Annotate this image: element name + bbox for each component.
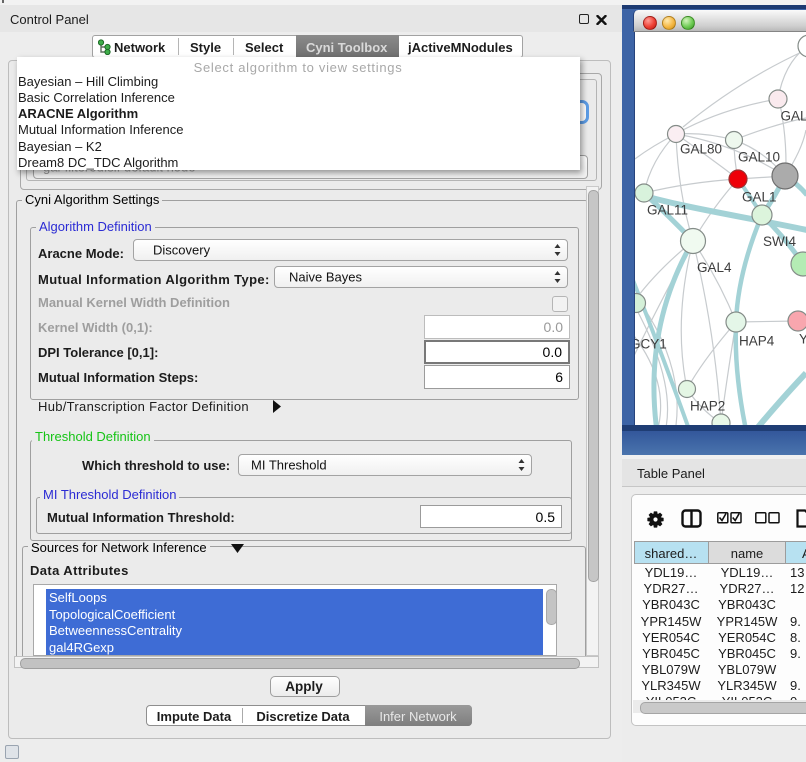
svg-text:HAP4: HAP4 (739, 334, 775, 349)
svg-text:SWI4: SWI4 (763, 234, 796, 249)
svg-text:HAP2: HAP2 (690, 399, 725, 414)
svg-text:GCY1: GCY1 (635, 337, 667, 352)
svg-text:GAL1: GAL1 (742, 190, 777, 205)
svg-text:GAL11: GAL11 (647, 203, 688, 218)
svg-text:GAL80: GAL80 (680, 142, 722, 157)
svg-text:GAL: GAL (781, 109, 806, 124)
svg-text:GAL4: GAL4 (697, 260, 732, 275)
svg-text:Y: Y (799, 332, 806, 347)
svg-text:GAL10: GAL10 (738, 150, 780, 165)
